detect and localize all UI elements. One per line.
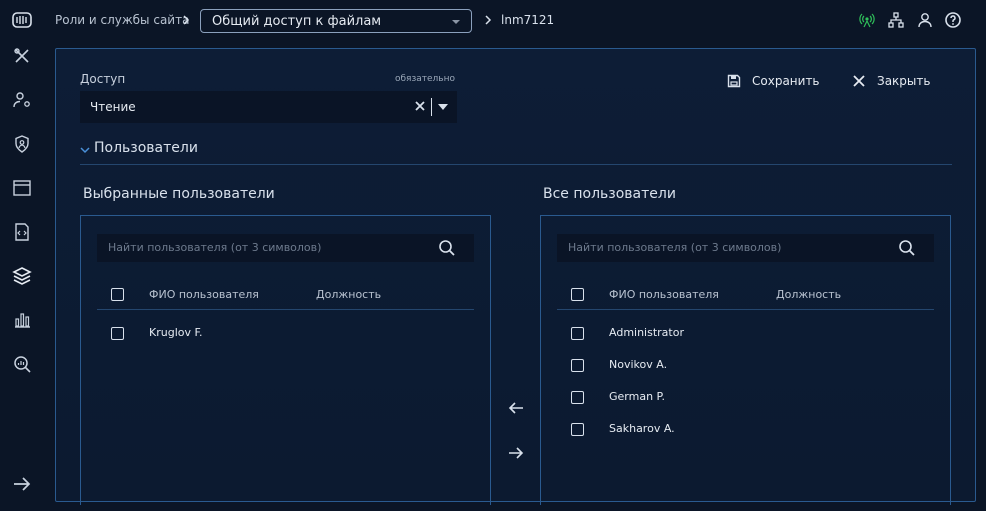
- save-button-label: Сохранить: [752, 74, 820, 88]
- close-icon: [853, 75, 865, 87]
- caret-down-icon: [452, 20, 460, 24]
- select-all-checkbox[interactable]: [111, 288, 124, 301]
- user-name: Sakharov A.: [609, 422, 675, 435]
- row-checkbox[interactable]: [571, 391, 584, 404]
- save-icon: [727, 74, 741, 88]
- expand-arrow-icon[interactable]: [12, 474, 32, 494]
- user-settings-icon[interactable]: [12, 90, 32, 110]
- window-icon[interactable]: [12, 178, 32, 198]
- breadcrumb-role-select[interactable]: Общий доступ к файлам: [200, 9, 472, 33]
- selected-users-search-input[interactable]: Найти пользователя (от 3 символов): [97, 234, 474, 262]
- breadcrumb-current: lnm7121: [501, 13, 555, 27]
- user-name: Administrator: [609, 326, 684, 339]
- select-separator: [431, 98, 432, 116]
- access-select-value: Чтение: [90, 100, 136, 114]
- required-hint: обязательно: [395, 74, 455, 84]
- shield-user-icon[interactable]: [12, 134, 32, 154]
- selected-users-list: Найти пользователя (от 3 символов) ФИО п…: [80, 215, 491, 505]
- selected-users-title: Выбранные пользователи: [83, 186, 275, 202]
- search-icon[interactable]: [898, 239, 916, 257]
- access-select[interactable]: Чтение: [80, 91, 457, 123]
- search-analytics-icon[interactable]: [12, 354, 32, 374]
- network-status-icon[interactable]: [858, 11, 876, 29]
- search-icon[interactable]: [438, 239, 456, 257]
- arrow-left-icon[interactable]: [506, 398, 526, 418]
- search-placeholder: Найти пользователя (от 3 символов): [108, 241, 322, 254]
- all-users-search-input[interactable]: Найти пользователя (от 3 символов): [557, 234, 934, 262]
- table-row[interactable]: Sakharov A.: [557, 414, 934, 446]
- close-button[interactable]: Закрыть: [852, 73, 942, 91]
- user-name: Kruglov F.: [149, 326, 203, 339]
- top-bar: Роли и службы сайта Общий доступ к файла…: [0, 0, 986, 40]
- tools-icon[interactable]: [12, 46, 32, 66]
- table-header: ФИО пользователя Должность: [97, 280, 474, 310]
- all-users-title: Все пользователи: [543, 186, 676, 202]
- chevron-down-icon: [80, 147, 90, 154]
- users-section-header[interactable]: Пользователи: [80, 139, 952, 165]
- row-checkbox[interactable]: [571, 359, 584, 372]
- column-header-position: Должность: [776, 288, 842, 301]
- table-row[interactable]: German P.: [557, 382, 934, 414]
- sitemap-icon[interactable]: [887, 11, 905, 29]
- user-icon[interactable]: [916, 11, 934, 29]
- chevron-right-icon: [183, 15, 190, 25]
- sidebar: [0, 40, 45, 511]
- help-icon[interactable]: [944, 11, 962, 29]
- save-button[interactable]: Сохранить: [727, 73, 823, 91]
- clear-icon[interactable]: [413, 99, 427, 113]
- column-header-name: ФИО пользователя: [609, 288, 719, 301]
- user-name: German P.: [609, 390, 665, 403]
- column-header-name: ФИО пользователя: [149, 288, 259, 301]
- select-all-checkbox[interactable]: [571, 288, 584, 301]
- table-header: ФИО пользователя Должность: [557, 280, 934, 310]
- row-checkbox[interactable]: [111, 327, 124, 340]
- table-row[interactable]: Administrator: [557, 318, 934, 350]
- table-row[interactable]: Kruglov F.: [97, 318, 474, 350]
- breadcrumb-root[interactable]: Роли и службы сайта: [55, 13, 189, 27]
- bar-chart-icon[interactable]: [12, 310, 32, 330]
- search-placeholder: Найти пользователя (от 3 символов): [568, 241, 782, 254]
- row-checkbox[interactable]: [571, 423, 584, 436]
- app-logo-icon[interactable]: [12, 10, 32, 30]
- all-users-list: Найти пользователя (от 3 символов) ФИО п…: [540, 215, 951, 505]
- layers-icon[interactable]: [12, 266, 32, 286]
- caret-down-icon[interactable]: [438, 104, 448, 110]
- section-title: Пользователи: [94, 140, 198, 156]
- user-name: Novikov A.: [609, 358, 668, 371]
- breadcrumb-role-value: Общий доступ к файлам: [212, 14, 382, 29]
- access-label: Доступ: [80, 72, 126, 86]
- column-header-position: Должность: [316, 288, 382, 301]
- edit-panel: Доступ обязательно Чтение Сохранить Закр…: [55, 48, 976, 505]
- code-file-icon[interactable]: [12, 222, 32, 242]
- close-button-label: Закрыть: [877, 74, 931, 88]
- table-row[interactable]: Novikov A.: [557, 350, 934, 382]
- arrow-right-icon[interactable]: [506, 443, 526, 463]
- row-checkbox[interactable]: [571, 327, 584, 340]
- chevron-right-icon: [485, 15, 492, 25]
